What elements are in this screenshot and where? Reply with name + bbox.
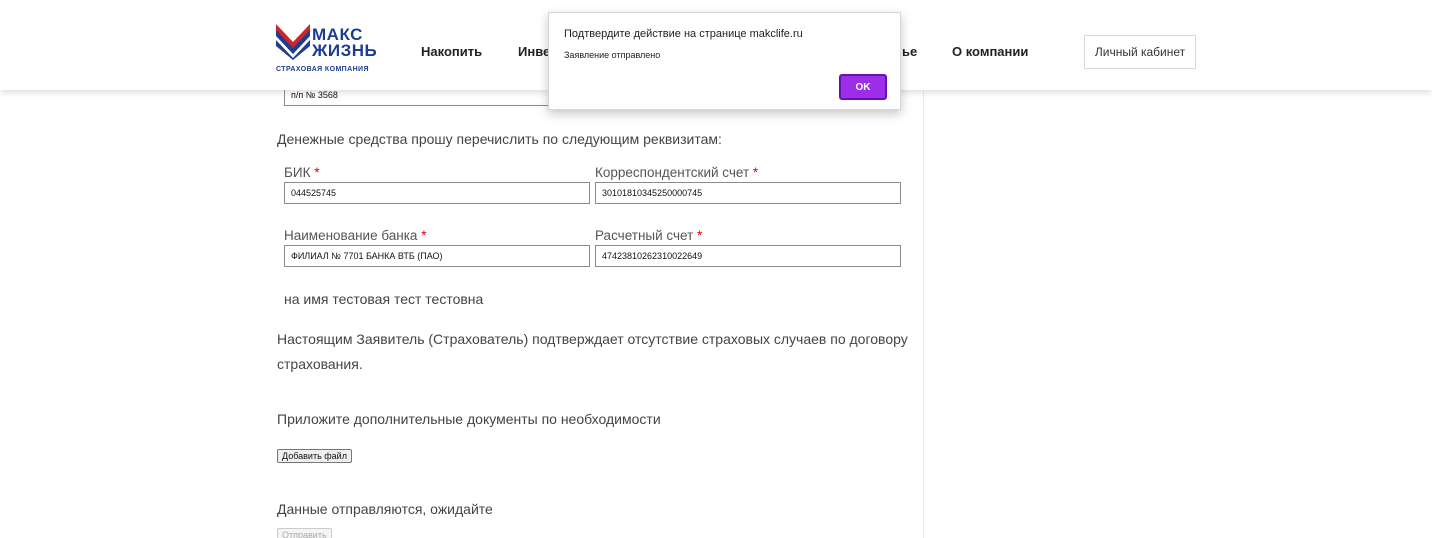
confirm-dialog: Подтвердите действие на странице makclif… xyxy=(548,12,901,110)
nav-item-about[interactable]: О компании xyxy=(952,44,1028,59)
transfer-instructions: Денежные средства прошу перечислить по с… xyxy=(277,131,722,147)
logo-text-zhizn: ЖИЗНЬ xyxy=(312,41,378,60)
logo-mark-icon xyxy=(276,24,310,60)
required-mark: * xyxy=(314,165,320,180)
required-mark: * xyxy=(421,228,427,243)
settlement-account-input[interactable]: 47423810262310022649 xyxy=(595,245,901,267)
corr-account-label: Корреспондентский счет * xyxy=(595,165,759,180)
corr-account-input[interactable]: 30101810345250000745 xyxy=(595,182,901,204)
dialog-ok-button[interactable]: OK xyxy=(839,74,887,100)
settlement-account-label: Расчетный счет * xyxy=(595,228,703,243)
confirmation-text-line1: Настоящим Заявитель (Страхователь) подтв… xyxy=(277,331,908,347)
sending-status-text: Данные отправляются, ожидайте xyxy=(277,501,493,517)
nav-item-health[interactable]: ье xyxy=(902,44,917,59)
attach-documents-text: Приложите дополнительные документы по не… xyxy=(277,411,661,427)
dialog-title: Подтвердите действие на странице makclif… xyxy=(564,28,803,40)
required-mark: * xyxy=(752,165,759,180)
bik-label: БИК * xyxy=(284,165,320,180)
confirmation-text-line2: страхования. xyxy=(277,356,363,372)
required-mark: * xyxy=(697,228,703,243)
nav-item-invest[interactable]: Инве xyxy=(518,44,550,59)
bank-name-label: Наименование банка * xyxy=(284,228,427,243)
recipient-name: на имя тестовая тест тестовна xyxy=(284,291,484,307)
bank-name-input[interactable]: ФИЛИАЛ № 7701 БАНКА ВТБ (ПАО) xyxy=(284,245,590,267)
personal-cabinet-button[interactable]: Личный кабинет xyxy=(1084,35,1196,69)
dialog-message: Заявление отправлено xyxy=(564,50,661,60)
add-file-button[interactable]: Добавить файл xyxy=(277,449,352,463)
nav-item-save[interactable]: Накопить xyxy=(421,44,482,59)
submit-button[interactable]: Отправить xyxy=(277,528,332,538)
company-logo[interactable]: МАКС ЖИЗНЬ СТРАХОВАЯ КОМПАНИЯ xyxy=(276,24,378,74)
column-divider xyxy=(923,90,924,538)
bik-input[interactable]: 044525745 xyxy=(284,182,590,204)
logo-subtitle: СТРАХОВАЯ КОМПАНИЯ xyxy=(276,66,369,73)
